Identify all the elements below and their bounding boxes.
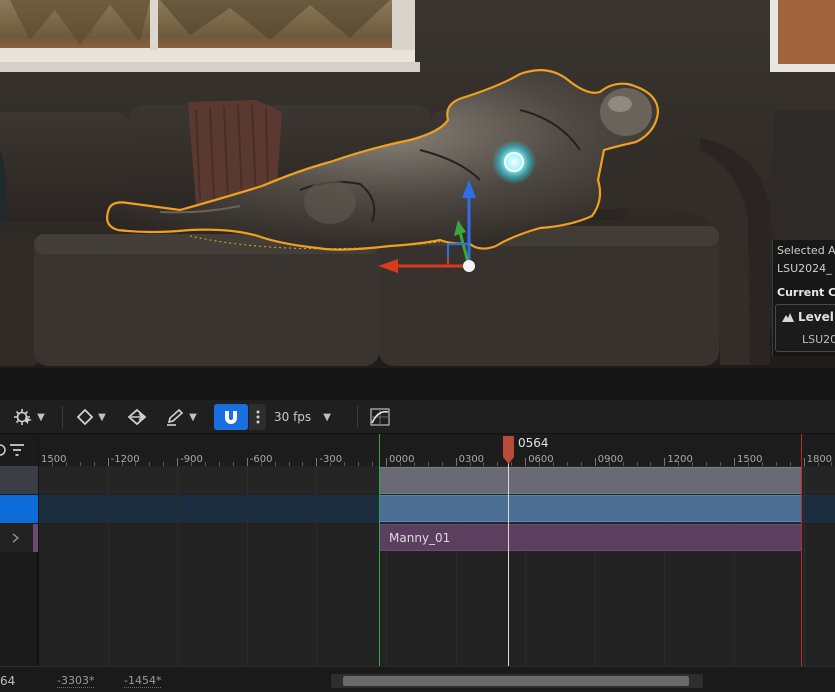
ruler-tick-label: 1800 — [806, 454, 833, 465]
ruler-major-tick — [664, 458, 666, 466]
keyframe-dropdown[interactable]: ▼ — [70, 404, 112, 430]
sequencer-toolbar: ▼ ▼ ▼ 30 fps ▼ — [0, 400, 835, 434]
keyframe-diamond-icon — [76, 408, 94, 426]
search-circle-icon — [0, 444, 6, 456]
toolbar-separator — [357, 406, 358, 428]
level-icon — [782, 313, 794, 322]
toolbar-separator — [62, 406, 63, 428]
outliner-header — [0, 434, 38, 466]
ruler-major-tick — [594, 458, 596, 466]
time-ruler[interactable]: 1500 -1200 -900 -600 -300 0000 0300 0600 0900 120… — [39, 434, 835, 466]
ruler-tick-label: 1500 — [41, 454, 67, 465]
ruler-major-tick — [734, 458, 735, 466]
current-context-label: Current Co — [777, 286, 835, 299]
ruler-major-tick — [386, 458, 387, 466]
grid-line — [177, 466, 179, 666]
selected-actor-value: LSU2024_ — [777, 262, 832, 275]
selected-actor-label: Selected A — [777, 244, 835, 257]
grid-line — [107, 466, 109, 666]
details-panel: Selected A LSU2024_ Current Co Level LSU… — [772, 240, 835, 356]
grid-line — [246, 466, 248, 666]
frame-rate-dropdown[interactable]: 30 fps ▼ — [274, 404, 340, 430]
track-header-selected[interactable] — [0, 495, 38, 523]
grid-line — [316, 466, 318, 666]
expand-arrow-icon[interactable] — [10, 532, 22, 544]
curve-editor-button[interactable] — [366, 404, 394, 430]
ruler-major-tick — [455, 458, 457, 466]
ruler-tick-label: 0300 — [458, 454, 485, 465]
ruler-tick-label: 0900 — [597, 454, 624, 465]
panel-splitter[interactable] — [0, 368, 835, 400]
chevron-down-icon: ▼ — [98, 411, 106, 423]
ruler-tick-label: 0600 — [528, 454, 554, 465]
timeline-scrollbar-thumb[interactable] — [343, 676, 689, 686]
key-interp-icon — [127, 408, 147, 426]
chevron-down-icon: ▼ — [189, 411, 197, 423]
track-color-accent — [33, 524, 38, 552]
playhead-frame-label: 0564 — [518, 436, 549, 450]
ruler-major-tick — [177, 458, 179, 466]
playback-range-start[interactable] — [379, 434, 380, 666]
ruler-major-tick — [803, 458, 805, 466]
draw-mode-dropdown[interactable]: ▼ — [160, 404, 202, 430]
playhead-line — [508, 456, 509, 666]
pencil-icon — [167, 408, 184, 426]
view-range-start[interactable]: -3303* — [57, 674, 95, 688]
current-frame-value[interactable]: 64 — [0, 674, 15, 688]
section-selected-track[interactable] — [379, 495, 802, 522]
level-viewport[interactable]: Selected A LSU2024_ Current Co Level LSU… — [0, 0, 835, 368]
section-manny[interactable]: Manny_01 — [379, 524, 802, 551]
playhead-handle-icon[interactable] — [502, 435, 515, 465]
view-range-end[interactable]: -1454* — [124, 674, 162, 688]
snap-options-button[interactable] — [249, 404, 266, 430]
section-camera-cuts[interactable] — [379, 467, 802, 494]
more-vert-icon — [256, 410, 259, 424]
ruler-tick-label: 1500 — [737, 454, 763, 465]
chevron-down-icon: ▼ — [323, 411, 331, 423]
ruler-major-tick — [525, 458, 527, 466]
snap-toggle-button[interactable] — [214, 404, 248, 430]
level-value: LSU20 — [802, 333, 835, 346]
track-outliner — [0, 434, 38, 666]
section-label: Manny_01 — [389, 531, 451, 545]
viewport-scene — [0, 0, 835, 368]
playback-range-end[interactable] — [801, 434, 802, 666]
chevron-down-icon: ▼ — [37, 411, 45, 423]
track-header-manny[interactable] — [0, 524, 38, 552]
filter-icon[interactable] — [10, 444, 24, 456]
ruler-major-tick — [107, 458, 109, 466]
transform-tool-icon — [14, 409, 33, 425]
ruler-major-tick — [316, 458, 318, 466]
frame-rate-label: 30 fps — [274, 410, 312, 424]
key-interp-button[interactable] — [122, 404, 152, 430]
track-header-camera-cuts[interactable] — [0, 466, 38, 494]
ruler-tick-label: 0000 — [389, 454, 415, 465]
level-label: Level — [798, 310, 834, 324]
sequencer-status-bar: 64 -3303* -1454* — [0, 666, 835, 692]
grid-line — [803, 466, 805, 666]
level-entry[interactable]: Level LSU20 — [775, 304, 835, 352]
sequencer-timeline[interactable]: 1500 -1200 -900 -600 -300 0000 0300 0600 0900 120… — [39, 434, 835, 666]
snap-magnet-icon — [225, 411, 237, 424]
ruler-tick-label: 1200 — [667, 454, 693, 465]
curve-editor-icon — [370, 408, 390, 426]
transform-tool-dropdown[interactable]: ▼ — [8, 404, 50, 430]
ruler-major-tick — [246, 458, 248, 466]
